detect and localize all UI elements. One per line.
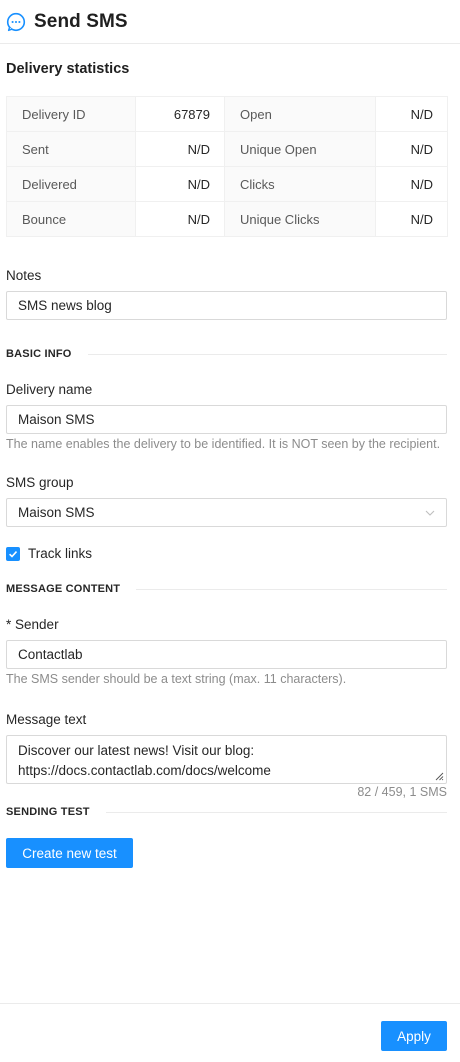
sender-help: The SMS sender should be a text string (… — [6, 672, 347, 686]
stat-label: Sent — [6, 131, 136, 167]
sending-test-divider: SENDING TEST — [6, 806, 447, 818]
stat-label: Delivered — [6, 166, 136, 202]
page-title: Send SMS — [34, 10, 128, 32]
divider-line — [136, 588, 447, 590]
track-links-label: Track links — [28, 546, 93, 561]
stat-label: Open — [224, 96, 376, 132]
table-row: Delivered N/D Clicks N/D — [6, 166, 448, 202]
delivery-name-input[interactable]: Maison SMS — [6, 405, 447, 434]
table-row: Sent N/D Unique Open N/D — [6, 131, 448, 167]
message-text-group: Message text Discover our latest news! V… — [6, 712, 447, 799]
stat-value: N/D — [135, 166, 225, 202]
message-char-counter: 82 / 459, 1 SMS — [357, 785, 447, 799]
message-content-heading: MESSAGE CONTENT — [6, 583, 121, 595]
delivery-name-group: Delivery name Maison SMS The name enable… — [6, 382, 447, 454]
basic-info-divider: BASIC INFO — [6, 348, 447, 360]
sender-label-text: Sender — [15, 617, 59, 632]
stat-value: N/D — [375, 131, 448, 167]
panel-footer: Apply — [0, 1003, 460, 1062]
sender-label: * Sender — [6, 617, 447, 632]
sending-test-heading: SENDING TEST — [6, 806, 90, 818]
notes-label: Notes — [6, 268, 42, 283]
stat-label: Unique Open — [224, 131, 376, 167]
stat-label: Delivery ID — [6, 96, 136, 132]
resize-handle-icon[interactable] — [434, 771, 444, 781]
create-new-test-button[interactable]: Create new test — [6, 838, 133, 868]
delivery-statistics-heading: Delivery statistics — [6, 61, 130, 77]
chevron-down-icon — [425, 508, 435, 518]
track-links-checkbox[interactable] — [6, 546, 20, 561]
sender-group: * Sender Contactlab The SMS sender shoul… — [6, 617, 447, 689]
stat-label: Bounce — [6, 201, 136, 237]
track-links-row[interactable]: Track links — [6, 546, 447, 561]
stat-value: N/D — [135, 201, 225, 237]
table-row: Bounce N/D Unique Clicks N/D — [6, 201, 448, 237]
stat-value: 67879 — [135, 96, 225, 132]
stat-value: N/D — [135, 131, 225, 167]
delivery-name-help: The name enables the delivery to be iden… — [6, 437, 441, 451]
message-text-area[interactable]: Discover our latest news! Visit our blog… — [6, 735, 447, 784]
message-text-value: Discover our latest news! Visit our blog… — [18, 743, 271, 778]
sms-group-group: SMS group Maison SMS — [6, 475, 447, 527]
stat-label: Unique Clicks — [224, 201, 376, 237]
stat-value: N/D — [375, 96, 448, 132]
panel-header: Send SMS — [0, 0, 460, 44]
required-mark: * — [6, 617, 12, 632]
delivery-stats-table: Delivery ID 67879 Open N/D Sent N/D Unique Ope… — [6, 96, 448, 237]
stat-value: N/D — [375, 166, 448, 202]
sms-group-select[interactable]: Maison SMS — [6, 498, 447, 527]
message-content-divider: MESSAGE CONTENT — [6, 583, 447, 595]
sender-input[interactable]: Contactlab — [6, 640, 447, 669]
check-icon — [9, 550, 18, 558]
stat-label: Clicks — [224, 166, 376, 202]
apply-button[interactable]: Apply — [381, 1021, 447, 1051]
notes-group: Notes SMS news blog — [6, 268, 447, 320]
divider-line — [87, 353, 447, 355]
delivery-name-label: Delivery name — [6, 382, 93, 397]
stat-value: N/D — [375, 201, 448, 237]
sms-group-selected-value: Maison SMS — [18, 505, 95, 520]
chat-bubble-icon — [6, 12, 26, 32]
divider-line — [105, 811, 447, 813]
form-content: Delivery statistics Delivery ID 67879 Open… — [0, 61, 460, 868]
basic-info-heading: BASIC INFO — [6, 348, 72, 360]
sms-group-label: SMS group — [6, 475, 74, 490]
message-text-label: Message text — [6, 712, 87, 727]
notes-input[interactable]: SMS news blog — [6, 291, 447, 320]
table-row: Delivery ID 67879 Open N/D — [6, 96, 448, 132]
